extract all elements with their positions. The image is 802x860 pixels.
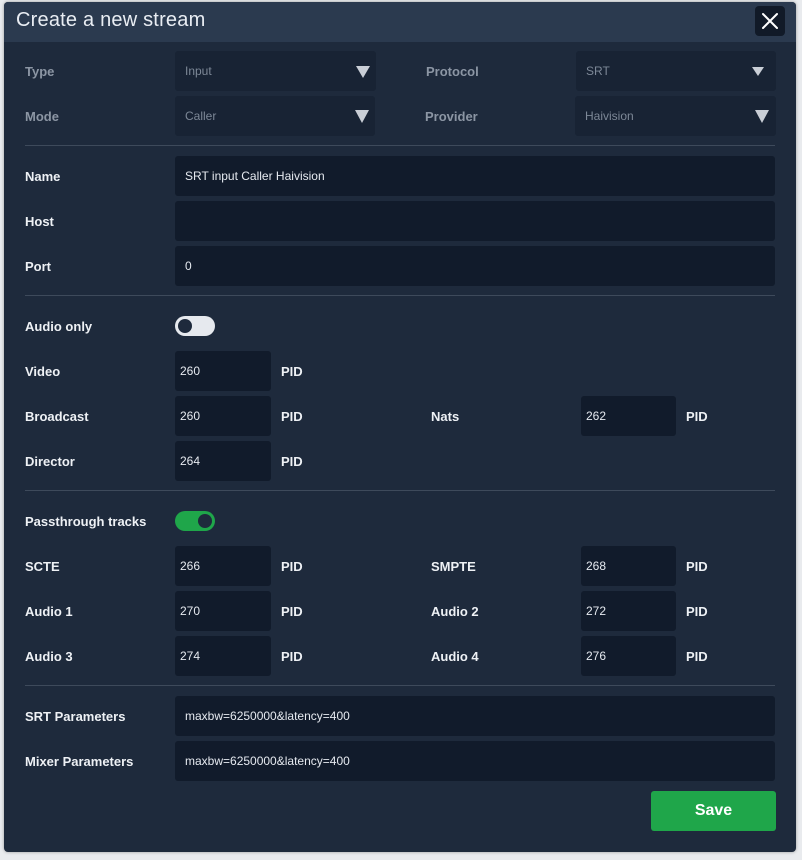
srt-parameters-input[interactable]: maxbw=6250000&latency=400	[175, 696, 775, 736]
audio3-pid-unit: PID	[281, 649, 303, 664]
dialog-titlebar: Create a new stream	[4, 2, 796, 42]
toggle-knob	[178, 319, 192, 333]
chevron-down-icon	[356, 66, 370, 78]
audio-only-toggle[interactable]	[175, 316, 215, 336]
mode-label: Mode	[25, 109, 59, 124]
divider	[25, 145, 775, 146]
video-pid-input[interactable]: 260	[175, 351, 271, 391]
smpte-pid-input[interactable]: 268	[581, 546, 676, 586]
broadcast-label: Broadcast	[25, 409, 89, 424]
mixer-parameters-label: Mixer Parameters	[25, 754, 134, 769]
director-pid-input[interactable]: 264	[175, 441, 271, 481]
protocol-select-value: SRT	[586, 64, 610, 78]
audio3-pid-input[interactable]: 274	[175, 636, 271, 676]
audio3-label: Audio 3	[25, 649, 73, 664]
close-icon	[762, 13, 778, 29]
scte-pid-input[interactable]: 266	[175, 546, 271, 586]
type-select-value: Input	[185, 64, 212, 78]
mode-select-value: Caller	[185, 109, 217, 123]
host-input[interactable]	[175, 201, 775, 241]
broadcast-pid-input[interactable]: 260	[175, 396, 271, 436]
passthrough-toggle[interactable]	[175, 511, 215, 531]
audio2-label: Audio 2	[431, 604, 479, 619]
create-stream-dialog: Create a new stream Type Input Protocol …	[4, 2, 796, 852]
audio4-label: Audio 4	[431, 649, 479, 664]
director-pid-unit: PID	[281, 454, 303, 469]
type-label: Type	[25, 64, 55, 79]
dialog-title: Create a new stream	[16, 9, 206, 31]
save-button[interactable]: Save	[651, 791, 776, 831]
audio1-pid-unit: PID	[281, 604, 303, 619]
name-label: Name	[25, 169, 61, 184]
chevron-down-icon	[752, 67, 764, 76]
name-input[interactable]: SRT input Caller Haivision	[175, 156, 775, 196]
smpte-label: SMPTE	[431, 559, 476, 574]
divider	[25, 490, 775, 491]
close-button[interactable]	[755, 6, 785, 36]
protocol-select[interactable]: SRT	[576, 51, 776, 91]
passthrough-label: Passthrough tracks	[25, 514, 147, 529]
srt-parameters-label: SRT Parameters	[25, 709, 126, 724]
nats-pid-unit: PID	[686, 409, 708, 424]
divider	[25, 685, 775, 686]
chevron-down-icon	[755, 110, 769, 123]
port-input[interactable]: 0	[175, 246, 775, 286]
host-label: Host	[25, 214, 54, 229]
video-label: Video	[25, 364, 61, 379]
protocol-label: Protocol	[426, 64, 479, 79]
provider-select[interactable]: Haivision	[575, 96, 776, 136]
type-select[interactable]: Input	[175, 51, 376, 91]
video-pid-unit: PID	[281, 364, 303, 379]
scte-pid-unit: PID	[281, 559, 303, 574]
provider-select-value: Haivision	[585, 109, 634, 123]
audio4-pid-input[interactable]: 276	[581, 636, 676, 676]
mixer-parameters-input[interactable]: maxbw=6250000&latency=400	[175, 741, 775, 781]
toggle-knob	[198, 514, 212, 528]
nats-pid-input[interactable]: 262	[581, 396, 676, 436]
nats-label: Nats	[431, 409, 460, 424]
audio1-label: Audio 1	[25, 604, 73, 619]
mode-select[interactable]: Caller	[175, 96, 375, 136]
audio4-pid-unit: PID	[686, 649, 708, 664]
provider-label: Provider	[425, 109, 478, 124]
port-label: Port	[25, 259, 51, 274]
audio2-pid-input[interactable]: 272	[581, 591, 676, 631]
audio-only-label: Audio only	[25, 319, 93, 334]
audio1-pid-input[interactable]: 270	[175, 591, 271, 631]
director-label: Director	[25, 454, 75, 469]
audio2-pid-unit: PID	[686, 604, 708, 619]
scte-label: SCTE	[25, 559, 60, 574]
divider	[25, 295, 775, 296]
chevron-down-icon	[355, 110, 369, 123]
broadcast-pid-unit: PID	[281, 409, 303, 424]
smpte-pid-unit: PID	[686, 559, 708, 574]
